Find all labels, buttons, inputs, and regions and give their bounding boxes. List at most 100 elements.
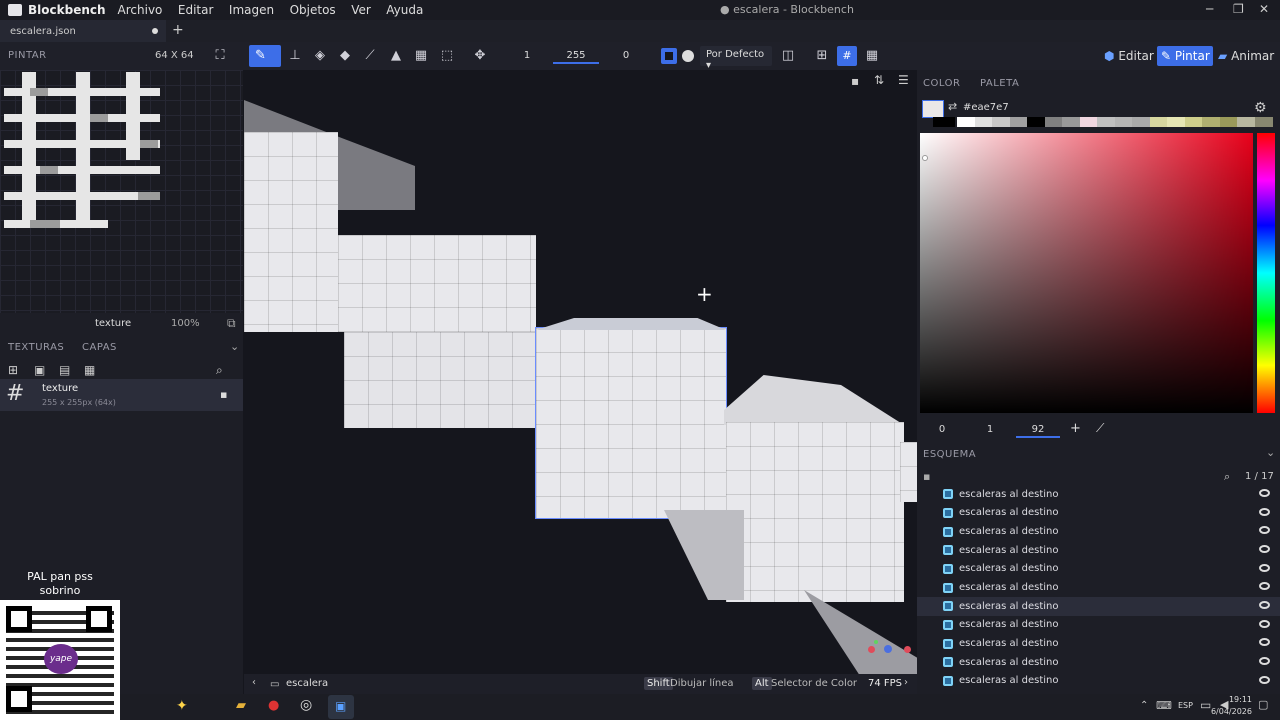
visibility-eye-icon[interactable] [1259,507,1270,516]
outliner-item[interactable]: escaleras al destino [917,634,1280,653]
palette-swatch[interactable] [1132,117,1150,127]
uv-editor[interactable] [0,70,243,313]
tab-palette[interactable]: PALETA [980,78,1019,89]
menu-editar[interactable]: Editar [178,3,214,17]
visibility-eye-icon[interactable] [1259,582,1270,591]
picker-handle-icon[interactable] [922,155,928,161]
palette-swatch[interactable] [1062,117,1080,127]
blend-mode-select[interactable]: Por Defecto ▾ [700,46,772,71]
mode-edit-button[interactable]: ⬢ Editar [1104,46,1156,66]
palette-swatch[interactable] [1167,117,1185,127]
palette-swatch[interactable] [1219,117,1238,127]
fullscreen-icon[interactable]: ⛶ [212,48,228,64]
alpha-lock-icon[interactable]: ⊞ [814,48,830,64]
folder-icon[interactable]: ▤ [59,363,70,377]
outliner-item[interactable]: escaleras al destino [917,596,1280,616]
visibility-eye-icon[interactable] [1259,656,1270,665]
mirror-icon[interactable]: ◫ [780,48,796,64]
expand-right-icon[interactable]: › [904,677,908,688]
menu-archivo[interactable]: Archivo [118,3,163,17]
palette-swatch[interactable] [1184,117,1203,127]
brush-size-input[interactable]: 1 [505,48,549,64]
sort-icon[interactable]: ⇅ [874,73,884,87]
palette-swatch[interactable] [1097,117,1115,127]
tab-escalera[interactable]: escalera.json [0,20,166,42]
copy-icon[interactable]: ⧉ [227,316,236,331]
palette-swatch[interactable] [992,117,1010,127]
close-button[interactable]: ✕ [1259,2,1269,16]
create-texture-icon[interactable]: ▣ [34,363,45,377]
tab-textures[interactable]: TEXTURAS [8,342,64,353]
palette-swatch[interactable] [1254,117,1273,127]
swap-colors-icon[interactable]: ⇄ [948,100,957,113]
file-explorer-icon[interactable]: ▰ [236,698,246,713]
maximize-button[interactable]: ❐ [1233,2,1244,16]
palette-swatch[interactable] [1009,117,1028,127]
save-texture-icon[interactable]: ▪ [220,388,227,401]
stamp-tool-icon[interactable]: ⊥ [287,48,303,64]
palette-swatch[interactable] [1044,117,1063,127]
visibility-eye-icon[interactable] [1259,544,1270,553]
outliner-item[interactable]: escaleras al destino [917,560,1280,579]
palette-swatch[interactable] [1202,117,1220,127]
shapes-tool-icon[interactable]: ▲ [388,48,404,64]
color-hex-value[interactable]: #eae7e7 [963,102,1009,113]
palette-swatch[interactable] [1027,117,1045,127]
blockbench-task-button[interactable]: ▣ [328,695,354,719]
outliner-item[interactable]: escaleras al destino [917,653,1280,672]
palette-swatch[interactable] [1114,117,1133,127]
visibility-eye-icon[interactable] [1259,600,1270,609]
brush-tool-button[interactable]: ✎ [249,45,281,67]
palette-swatch[interactable] [957,117,975,127]
hue-slider[interactable] [1257,133,1275,413]
visibility-eye-icon[interactable] [1259,638,1270,647]
collapse-icon[interactable]: ⌄ [230,340,239,353]
tab-color[interactable]: COLOR [923,78,960,89]
copilot-icon[interactable]: ✦ [176,698,188,714]
outliner-item[interactable]: escaleras al destino [917,541,1280,560]
current-color-swatch[interactable] [922,100,944,118]
new-tab-button[interactable]: + [172,22,184,38]
view-options-icon[interactable]: ▦ [864,48,880,64]
eyedropper-color-icon[interactable]: ⟋ [1096,421,1104,436]
mode-animate-button[interactable]: ▰ Animar [1218,46,1278,66]
notification-icon[interactable]: ▢ [1258,698,1268,711]
opacity-input[interactable]: 255 [553,48,599,64]
app-icon[interactable]: ● [268,698,279,713]
add-color-icon[interactable]: + [1070,421,1081,436]
tray-chevron-icon[interactable]: ⌃ [1140,700,1148,711]
mode-paint-button[interactable]: ✎ Pintar [1157,46,1213,66]
eyedropper-icon[interactable]: ⟋ [362,48,378,64]
softness-input[interactable]: 0 [603,48,649,64]
selection-tool-icon[interactable]: ⬚ [439,48,455,64]
minimize-button[interactable]: ─ [1206,2,1213,16]
outliner-collapse-icon[interactable]: ⌄ [1266,446,1275,459]
outliner-item[interactable]: escaleras al destino [917,616,1280,635]
sidebar-toggle-icon[interactable]: ‹ [252,677,256,688]
search-icon[interactable]: ⌕ [216,363,223,378]
gear-icon[interactable]: ⚙ [1254,100,1267,116]
gradient-tool-icon[interactable]: ▦ [413,48,429,64]
palette-swatch[interactable] [974,117,993,127]
grid-snap-button[interactable]: # [837,46,857,66]
palette-swatch[interactable] [1149,117,1168,127]
outliner-item[interactable]: escaleras al destino [917,504,1280,523]
hue-input[interactable]: 0 [920,422,964,438]
menu-ver[interactable]: Ver [351,3,371,17]
visibility-eye-icon[interactable] [1259,489,1270,497]
import-texture-icon[interactable]: ⊞ [8,363,18,377]
color-picker-field[interactable] [920,133,1253,413]
atlas-icon[interactable]: ▦ [84,363,95,377]
palette-swatch[interactable] [933,117,955,127]
menu-ayuda[interactable]: Ayuda [386,3,423,17]
add-group-icon[interactable]: ▪ [923,470,930,483]
saturation-input[interactable]: 1 [968,422,1012,438]
screenshot-icon[interactable]: ▪ [851,74,859,88]
palette-swatch[interactable] [1237,117,1255,127]
outliner-item[interactable]: escaleras al destino [917,522,1280,541]
outliner-item[interactable]: escaleras al destino [917,485,1280,504]
outliner-item[interactable]: escaleras al destino [917,578,1280,597]
visibility-eye-icon[interactable] [1259,675,1270,684]
visibility-eye-icon[interactable] [1259,526,1270,535]
outliner-item[interactable]: escaleras al destino [917,672,1280,691]
